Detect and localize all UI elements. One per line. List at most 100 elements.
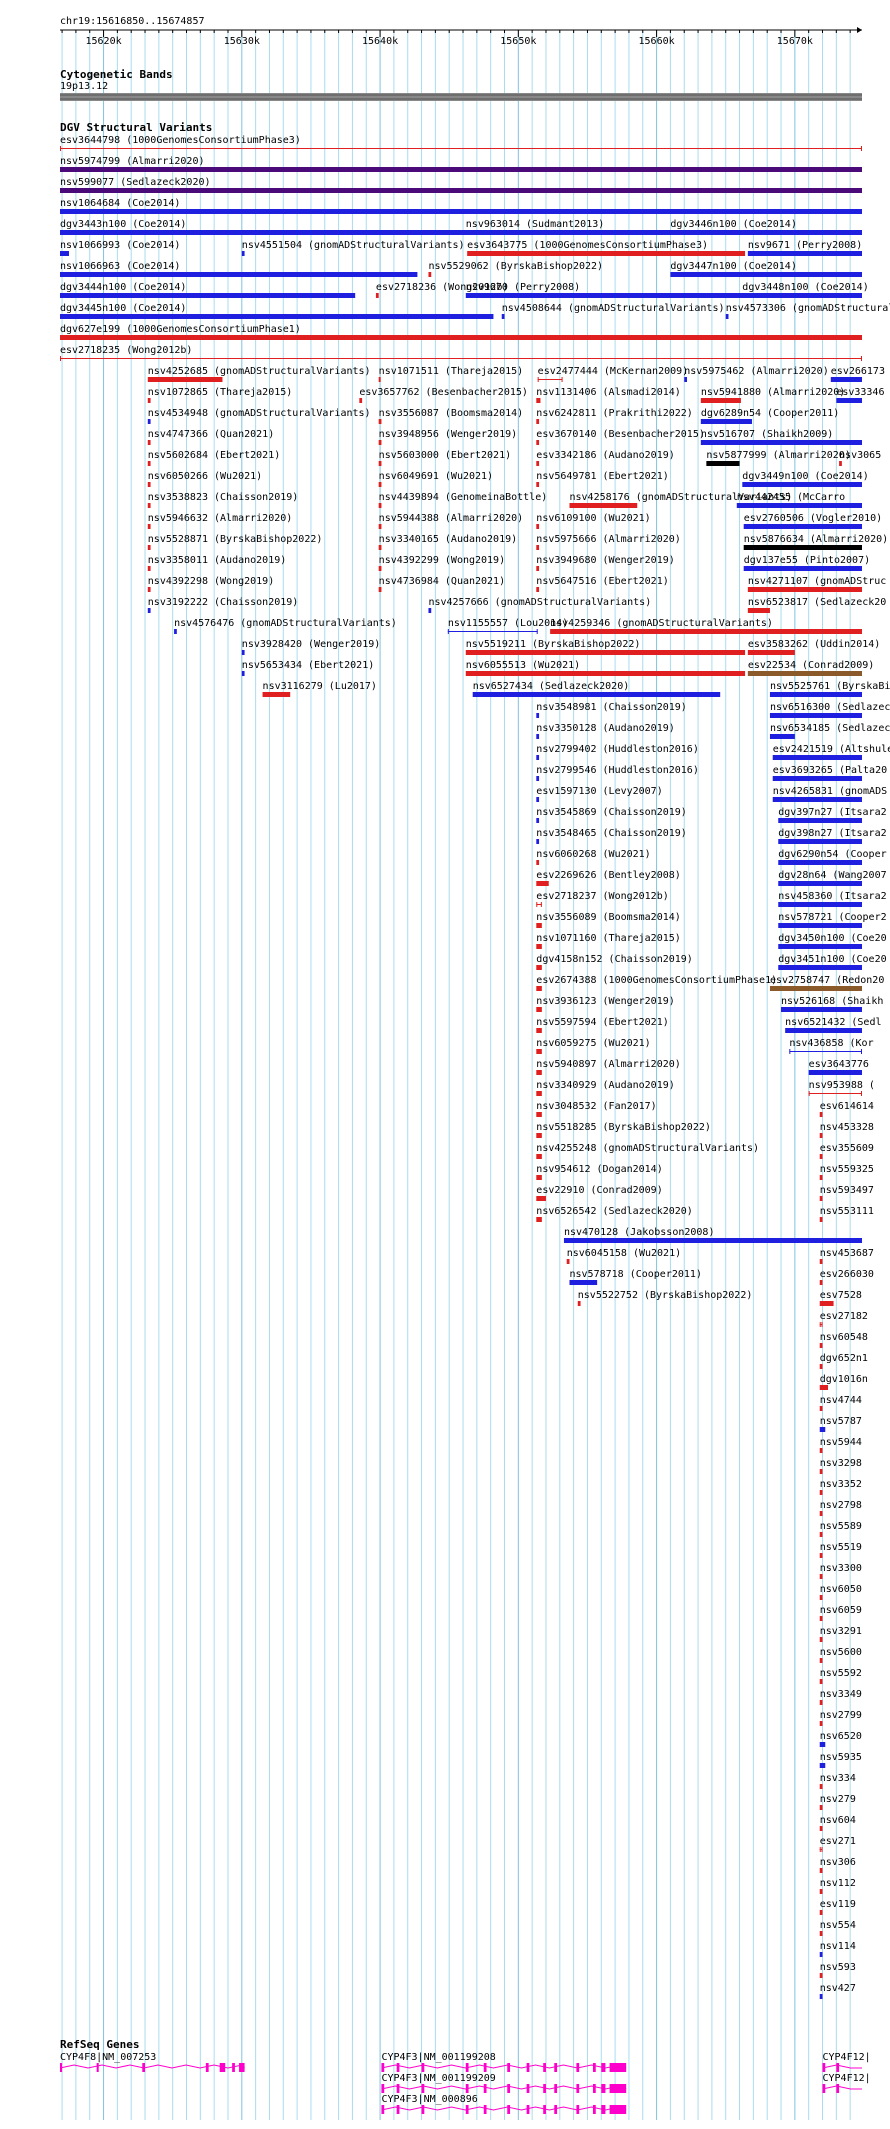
sv-feature-bar[interactable]: [819, 1679, 823, 1684]
sv-feature[interactable]: esv2477444 (McKernan2009): [537, 366, 689, 382]
sv-feature-bar[interactable]: [241, 671, 245, 676]
sv-feature[interactable]: esv3670140 (Besenbacher2015): [536, 429, 705, 445]
sv-feature-bar[interactable]: [819, 1406, 823, 1411]
sv-feature-bar[interactable]: [536, 587, 540, 592]
sv-feature[interactable]: dgv3446n100 (Coe2014): [670, 219, 862, 235]
sv-feature-bar[interactable]: [536, 1133, 542, 1138]
sv-feature-bar[interactable]: [378, 545, 382, 550]
sv-feature-bar[interactable]: [830, 377, 862, 382]
sv-feature[interactable]: nsv3291: [819, 1626, 862, 1642]
gene-model[interactable]: CYP4F3|NM_001199208: [381, 2052, 627, 2072]
sv-feature[interactable]: dgv28n64 (Wang2007: [778, 870, 887, 886]
sv-feature[interactable]: esv1597130 (Levy2007): [536, 786, 663, 802]
sv-feature-bar[interactable]: [536, 545, 540, 550]
sv-feature-bar[interactable]: [536, 755, 540, 760]
sv-feature-bar[interactable]: [819, 1175, 823, 1180]
sv-feature-bar[interactable]: [378, 482, 382, 487]
sv-feature[interactable]: nsv1071511 (Thareja2015): [378, 366, 523, 382]
sv-feature[interactable]: nsv3350128 (Audano2019): [536, 723, 675, 739]
sv-feature[interactable]: nsv5935: [819, 1752, 862, 1768]
sv-feature-bar[interactable]: [536, 944, 542, 949]
sv-feature[interactable]: nsv5647516 (Ebert2021): [536, 576, 669, 592]
sv-feature-bar[interactable]: [819, 1469, 823, 1474]
sv-feature-bar[interactable]: [819, 1364, 823, 1369]
sv-feature[interactable]: nsv3048532 (Fan2017): [536, 1101, 657, 1117]
sv-feature[interactable]: dgv627e199 (1000GenomesConsortiumPhase1): [60, 324, 862, 340]
sv-feature[interactable]: esv266173: [830, 366, 885, 382]
sv-feature-bar[interactable]: [472, 692, 721, 697]
sv-feature-bar[interactable]: [465, 650, 746, 655]
sv-feature-bar[interactable]: [772, 797, 862, 802]
sv-feature-bar[interactable]: [778, 881, 862, 886]
sv-feature[interactable]: nsv559325: [819, 1164, 874, 1180]
sv-feature[interactable]: nsv5941880 (Almarri2020): [700, 387, 846, 403]
sv-feature[interactable]: nsv5876634 (Almarri2020): [743, 534, 889, 550]
sv-feature-bar[interactable]: [819, 1490, 823, 1495]
sv-feature[interactable]: nsv5974799 (Almarri2020): [60, 156, 862, 172]
sv-feature[interactable]: nsv4744: [819, 1395, 862, 1411]
sv-feature-bar[interactable]: [778, 923, 862, 928]
sv-feature-bar[interactable]: [819, 1994, 823, 1999]
sv-feature[interactable]: nsv5975462 (Almarri2020): [684, 366, 829, 382]
sv-feature[interactable]: esv22910 (Conrad2009): [536, 1185, 663, 1201]
sv-feature-bar[interactable]: [747, 671, 862, 676]
sv-feature-bar[interactable]: [769, 713, 862, 718]
sv-feature-bar[interactable]: [819, 1343, 823, 1348]
sv-feature-bar[interactable]: [536, 1091, 542, 1096]
sv-feature-bar[interactable]: [536, 776, 540, 781]
sv-feature[interactable]: nsv6109100 (Wu2021): [536, 513, 651, 529]
sv-feature-bar[interactable]: [60, 335, 862, 340]
sv-feature[interactable]: nsv4271107 (gnomADStruc: [747, 576, 886, 592]
sv-feature-bar[interactable]: [819, 1112, 823, 1117]
sv-feature[interactable]: nsv2799: [819, 1710, 862, 1726]
sv-feature-bar[interactable]: [778, 902, 862, 907]
sv-feature[interactable]: esv3657762 (Besenbacher2015): [359, 387, 528, 403]
sv-feature[interactable]: nsv5975666 (Almarri2020): [536, 534, 681, 550]
sv-feature-bar[interactable]: [778, 839, 862, 844]
sv-feature[interactable]: nsv3948956 (Wenger2019): [378, 429, 517, 445]
sv-feature-bar[interactable]: [147, 608, 151, 613]
sv-feature[interactable]: esv22534 (Conrad2009): [747, 660, 874, 676]
sv-feature[interactable]: nsv5649781 (Ebert2021): [536, 471, 669, 487]
sv-feature[interactable]: nsv3548981 (Chaisson2019): [536, 702, 687, 718]
sv-feature-bar[interactable]: [60, 251, 69, 256]
sv-feature-bar[interactable]: [819, 1805, 823, 1810]
sv-feature[interactable]: nsv453687: [819, 1248, 874, 1264]
sv-feature-bar[interactable]: [536, 482, 540, 487]
sv-feature[interactable]: nsv5944: [819, 1437, 862, 1453]
sv-feature-bar[interactable]: [147, 461, 151, 466]
sv-feature[interactable]: nsv2799402 (Huddleston2016): [536, 744, 699, 760]
sv-feature[interactable]: nsv6050: [819, 1584, 862, 1600]
sv-feature-bar[interactable]: [778, 965, 862, 970]
sv-feature-bar[interactable]: [700, 419, 752, 424]
sv-feature-bar[interactable]: [147, 482, 151, 487]
sv-feature-bar[interactable]: [725, 314, 729, 319]
sv-feature-bar[interactable]: [743, 524, 862, 529]
sv-feature-bar[interactable]: [536, 1049, 542, 1054]
sv-feature[interactable]: nsv1064684 (Coe2014): [60, 198, 862, 214]
sv-feature-bar[interactable]: [819, 1784, 823, 1789]
sv-feature-bar[interactable]: [359, 398, 363, 403]
sv-feature-bar[interactable]: [808, 1093, 862, 1094]
sv-feature[interactable]: esv27182: [819, 1311, 868, 1327]
sv-feature-bar[interactable]: [747, 608, 770, 613]
sv-feature[interactable]: nsv5592: [819, 1668, 862, 1684]
sv-feature[interactable]: nsv5940897 (Almarri2020): [536, 1059, 681, 1075]
sv-feature[interactable]: esv3583262 (Uddin2014): [747, 639, 880, 655]
sv-feature-bar[interactable]: [537, 379, 563, 380]
sv-feature-bar[interactable]: [736, 503, 862, 508]
sv-feature-bar[interactable]: [536, 440, 540, 445]
sv-feature-bar[interactable]: [747, 587, 862, 592]
sv-feature[interactable]: nsv3556087 (Boomsma2014): [378, 408, 523, 424]
sv-feature-bar[interactable]: [378, 587, 382, 592]
sv-feature[interactable]: esv2269626 (Bentley2008): [536, 870, 681, 886]
sv-feature[interactable]: nsv5653434 (Ebert2021): [241, 660, 374, 676]
sv-feature-bar[interactable]: [747, 650, 795, 655]
sv-feature-bar[interactable]: [743, 545, 862, 550]
sv-feature-bar[interactable]: [536, 461, 540, 466]
sv-feature[interactable]: esv3342186 (Audano2019): [536, 450, 675, 466]
sv-feature-bar[interactable]: [819, 1616, 823, 1621]
sv-feature-bar[interactable]: [147, 440, 151, 445]
gene-model[interactable]: CYP4F3|NM_000896: [381, 2094, 627, 2114]
sv-feature[interactable]: nsv6521432 (Sedl: [785, 1017, 881, 1033]
